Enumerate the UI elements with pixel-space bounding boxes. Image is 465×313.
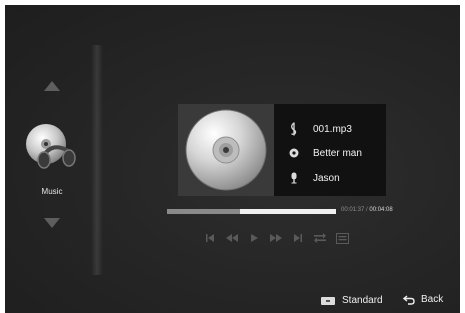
- cd-disc-icon: [185, 109, 267, 191]
- media-player-screen: Music 001.mp3 Better man Jason 00:01:37 …: [5, 5, 460, 313]
- chevron-up-icon[interactable]: [43, 80, 61, 92]
- time-readout: 00:01:37 / 00:04:08: [341, 207, 393, 213]
- skip-next-icon[interactable]: [291, 232, 305, 244]
- remote-key-icon: [321, 296, 335, 305]
- playlist-icon[interactable]: [335, 232, 349, 244]
- album-cover: [178, 104, 274, 196]
- track-info-panel: 001.mp3 Better man Jason: [274, 104, 386, 196]
- rewind-icon[interactable]: [225, 232, 239, 244]
- chevron-down-icon[interactable]: [43, 217, 61, 229]
- track-filename-row: 001.mp3: [274, 120, 386, 138]
- progress-bar[interactable]: [167, 209, 336, 214]
- skip-previous-icon[interactable]: [203, 232, 217, 244]
- time-total: 00:04:08: [369, 207, 393, 213]
- track-title: Better man: [313, 147, 362, 159]
- time-elapsed: 00:01:37: [341, 207, 365, 213]
- music-category-icon[interactable]: [20, 118, 82, 180]
- track-artist: Jason: [313, 172, 340, 184]
- track-title-row: Better man: [274, 144, 386, 162]
- treble-clef-icon: [287, 122, 301, 136]
- repeat-icon[interactable]: [313, 232, 327, 244]
- standard-mode-button[interactable]: Standard: [321, 295, 383, 306]
- fast-forward-icon[interactable]: [269, 232, 283, 244]
- time-separator: /: [366, 207, 368, 213]
- track-filename: 001.mp3: [313, 123, 352, 135]
- disc-icon: [287, 146, 301, 160]
- standard-label: Standard: [342, 295, 383, 306]
- music-label: Music: [41, 187, 63, 196]
- sidebar-divider: [91, 45, 103, 275]
- play-icon[interactable]: [247, 232, 261, 244]
- back-label: Back: [421, 294, 444, 305]
- playback-controls: [203, 231, 357, 245]
- track-artist-row: Jason: [274, 169, 386, 187]
- back-button[interactable]: Back: [403, 294, 443, 305]
- music-cd-headphones-icon: [26, 124, 76, 169]
- progress-fill: [167, 209, 240, 214]
- back-arrow-icon: [403, 294, 415, 305]
- microphone-icon: [287, 171, 301, 185]
